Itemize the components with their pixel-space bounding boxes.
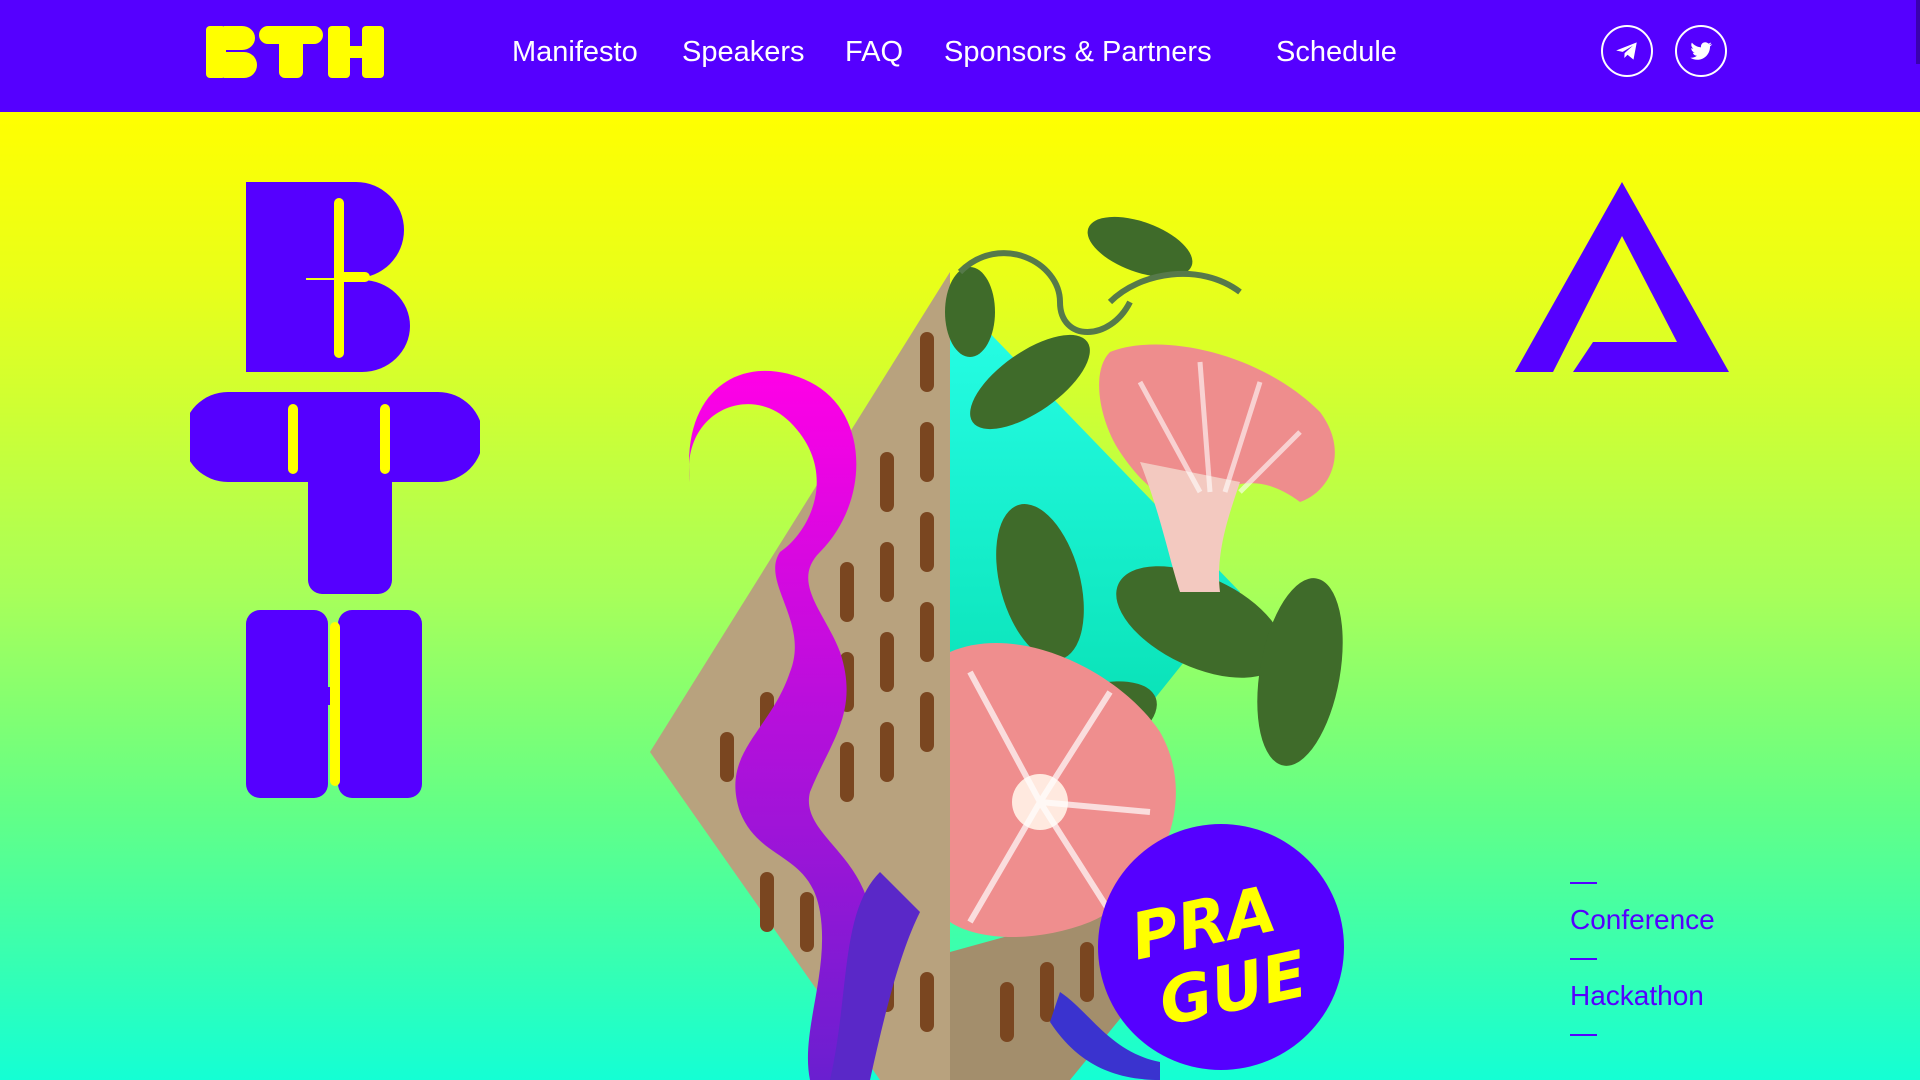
header: Manifesto Speakers FAQ Sponsors & Partne…	[0, 0, 1920, 112]
divider	[1570, 882, 1597, 884]
nav-manifesto[interactable]: Manifesto	[512, 36, 638, 69]
scrollbar-thumb[interactable]	[1916, 0, 1920, 64]
twitter-button[interactable]	[1675, 25, 1727, 77]
divider	[1570, 1034, 1597, 1036]
nav-speakers[interactable]: Speakers	[682, 36, 805, 69]
prague-badge: PRA GUE	[1098, 824, 1344, 1070]
twitter-icon	[1690, 42, 1713, 60]
link-hackathon[interactable]: Hackathon	[1570, 980, 1790, 1012]
link-conference[interactable]: Conference	[1570, 904, 1790, 936]
telegram-button[interactable]	[1601, 25, 1653, 77]
nav-faq[interactable]: FAQ	[845, 36, 903, 69]
hero-bth-logotype	[190, 182, 480, 798]
side-links: Conference Hackathon	[1570, 882, 1790, 1036]
divider	[1570, 958, 1597, 960]
hero-section: PRA GUE Conference Hackathon	[0, 112, 1920, 1080]
triangle-mark-icon	[1515, 182, 1729, 372]
nav-sponsors-partners[interactable]: Sponsors & Partners	[944, 36, 1212, 69]
telegram-icon	[1616, 42, 1637, 60]
nav-schedule[interactable]: Schedule	[1276, 36, 1397, 69]
